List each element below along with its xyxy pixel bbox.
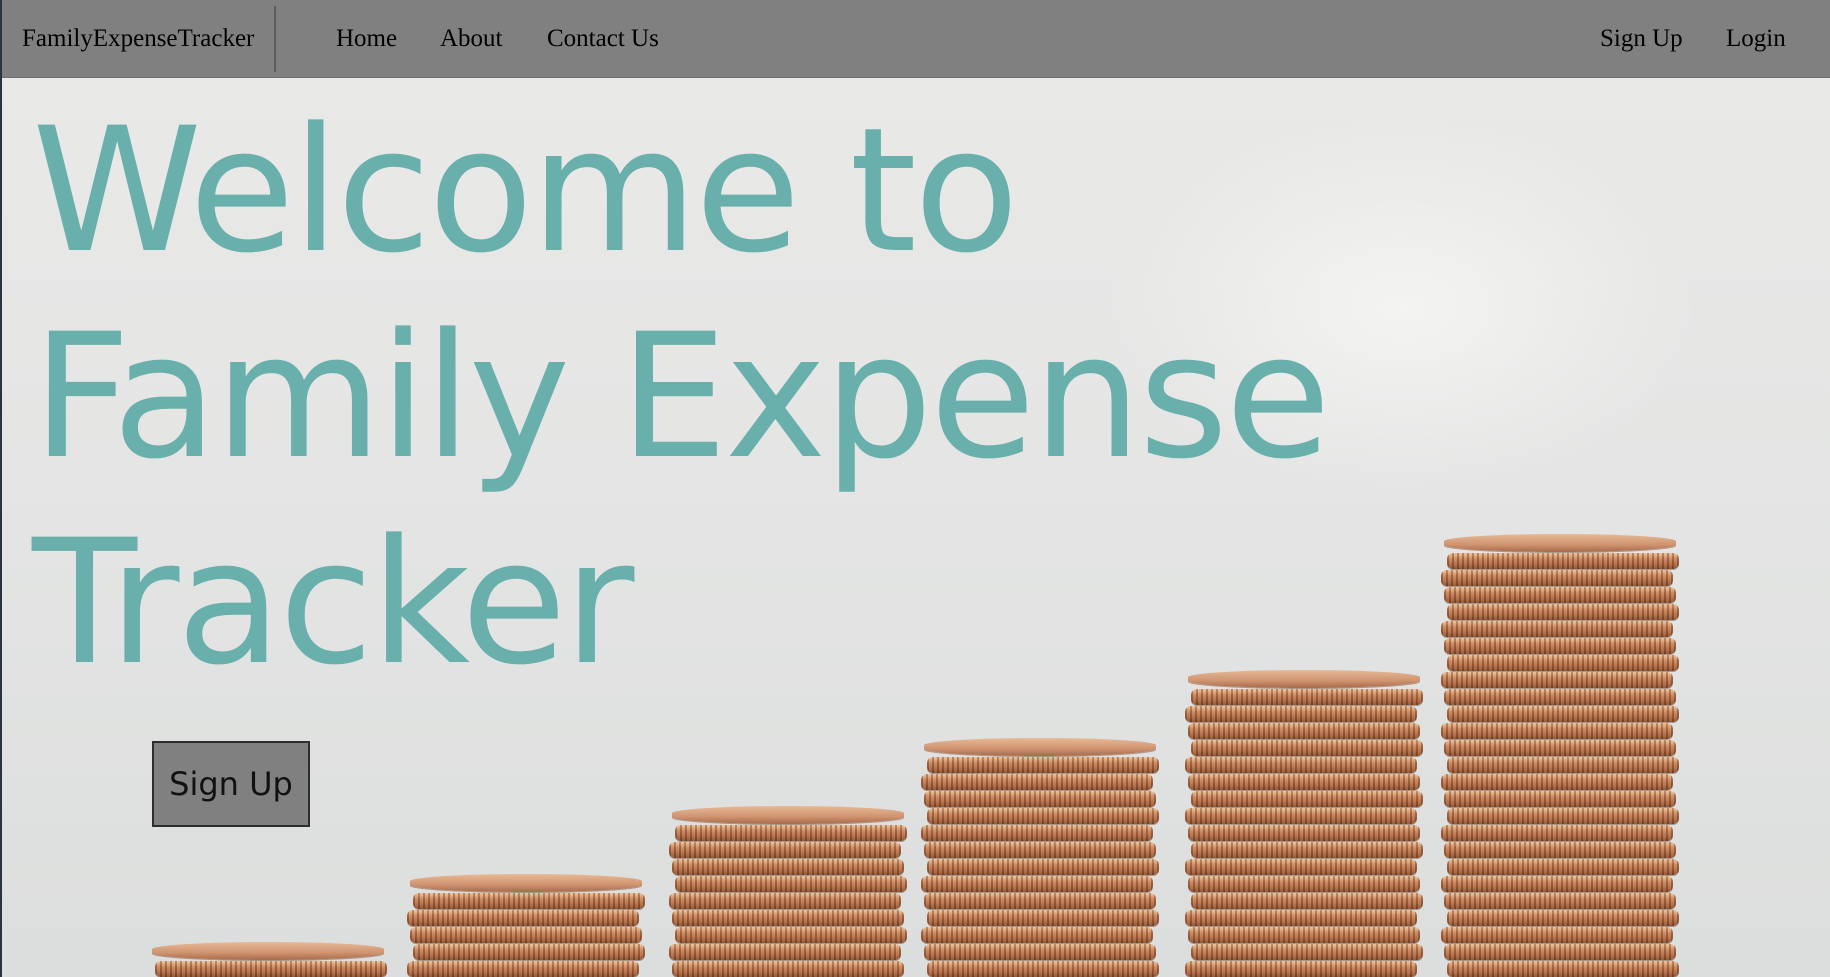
coin xyxy=(924,842,1156,858)
coin xyxy=(1188,723,1420,739)
nav-home-link[interactable]: Home xyxy=(336,22,397,56)
nav-login-link[interactable]: Login xyxy=(1726,22,1786,56)
coin xyxy=(1191,740,1423,756)
coin xyxy=(152,942,384,960)
coin xyxy=(1441,570,1673,586)
nav-signup-link[interactable]: Sign Up xyxy=(1600,22,1683,56)
coin-stack xyxy=(1441,533,1679,977)
hero-signup-button[interactable]: Sign Up xyxy=(152,741,310,827)
hero-section: Welcome to Family Expense Tracker Sign U… xyxy=(2,78,1830,977)
coin xyxy=(1441,672,1673,688)
coin xyxy=(1447,706,1679,722)
coin xyxy=(413,944,645,960)
hero-title-line-2: Family Expense xyxy=(32,296,1331,497)
coin xyxy=(672,806,904,824)
coin xyxy=(1444,689,1676,705)
coin xyxy=(672,859,904,875)
coin xyxy=(1191,791,1423,807)
coin xyxy=(1191,944,1423,960)
coin xyxy=(1444,638,1676,654)
coin-stack xyxy=(1185,669,1423,977)
coin xyxy=(927,859,1159,875)
hero-title: Welcome to Family Expense Tracker xyxy=(32,88,1332,706)
coin xyxy=(921,876,1153,892)
coin xyxy=(672,961,904,977)
coin xyxy=(1447,604,1679,620)
coin xyxy=(927,808,1159,824)
coin xyxy=(921,927,1153,943)
coin xyxy=(410,927,642,943)
coin xyxy=(407,910,639,926)
coin xyxy=(155,961,387,977)
coin xyxy=(1447,757,1679,773)
coin xyxy=(1444,944,1676,960)
coin xyxy=(1185,961,1417,977)
coin xyxy=(1447,859,1679,875)
coin xyxy=(921,825,1153,841)
coin xyxy=(1444,587,1676,603)
coin xyxy=(1447,553,1679,569)
coin xyxy=(1447,910,1679,926)
coin xyxy=(1188,774,1420,790)
coin xyxy=(1441,927,1673,943)
coin xyxy=(669,944,901,960)
coin xyxy=(1188,825,1420,841)
coin xyxy=(1444,893,1676,909)
coin xyxy=(927,910,1159,926)
coin xyxy=(672,910,904,926)
coin xyxy=(1185,859,1417,875)
coin xyxy=(1447,961,1679,977)
nav-contact-link[interactable]: Contact Us xyxy=(547,22,659,56)
navbar-divider xyxy=(274,6,276,72)
coin xyxy=(927,961,1159,977)
coin xyxy=(1441,825,1673,841)
navbar: FamilyExpenseTracker Home About Contact … xyxy=(2,0,1830,78)
coin xyxy=(921,774,1153,790)
coin xyxy=(675,927,907,943)
coin xyxy=(1188,876,1420,892)
coin-stack xyxy=(407,873,645,977)
coin xyxy=(924,893,1156,909)
coin xyxy=(675,876,907,892)
coin xyxy=(1444,740,1676,756)
coin xyxy=(669,842,901,858)
brand-link[interactable]: FamilyExpenseTracker xyxy=(22,22,254,56)
coin xyxy=(1441,774,1673,790)
coin xyxy=(924,738,1156,756)
coin xyxy=(669,893,901,909)
coin xyxy=(927,757,1159,773)
coin xyxy=(924,944,1156,960)
coin xyxy=(1441,876,1673,892)
coin xyxy=(1447,808,1679,824)
nav-about-link[interactable]: About xyxy=(440,22,503,56)
hero-title-line-3: Tracker xyxy=(32,502,634,703)
coin xyxy=(1447,655,1679,671)
coin xyxy=(407,961,639,977)
coin xyxy=(413,893,645,909)
coin xyxy=(1441,723,1673,739)
coin xyxy=(1444,842,1676,858)
coin xyxy=(675,825,907,841)
coin xyxy=(1441,621,1673,637)
coin xyxy=(1191,842,1423,858)
coin xyxy=(924,791,1156,807)
coin xyxy=(1444,534,1676,552)
coin xyxy=(1185,757,1417,773)
coin-stack xyxy=(921,737,1159,977)
hero-title-line-1: Welcome to xyxy=(32,90,1019,291)
coin-stack xyxy=(152,941,387,977)
coin xyxy=(1444,791,1676,807)
coin xyxy=(1191,893,1423,909)
coin xyxy=(410,874,642,892)
coin xyxy=(1185,910,1417,926)
coin xyxy=(1185,808,1417,824)
coin-stack xyxy=(669,805,907,977)
window-left-edge xyxy=(0,0,2,977)
coin xyxy=(1188,927,1420,943)
coin xyxy=(1185,706,1417,722)
